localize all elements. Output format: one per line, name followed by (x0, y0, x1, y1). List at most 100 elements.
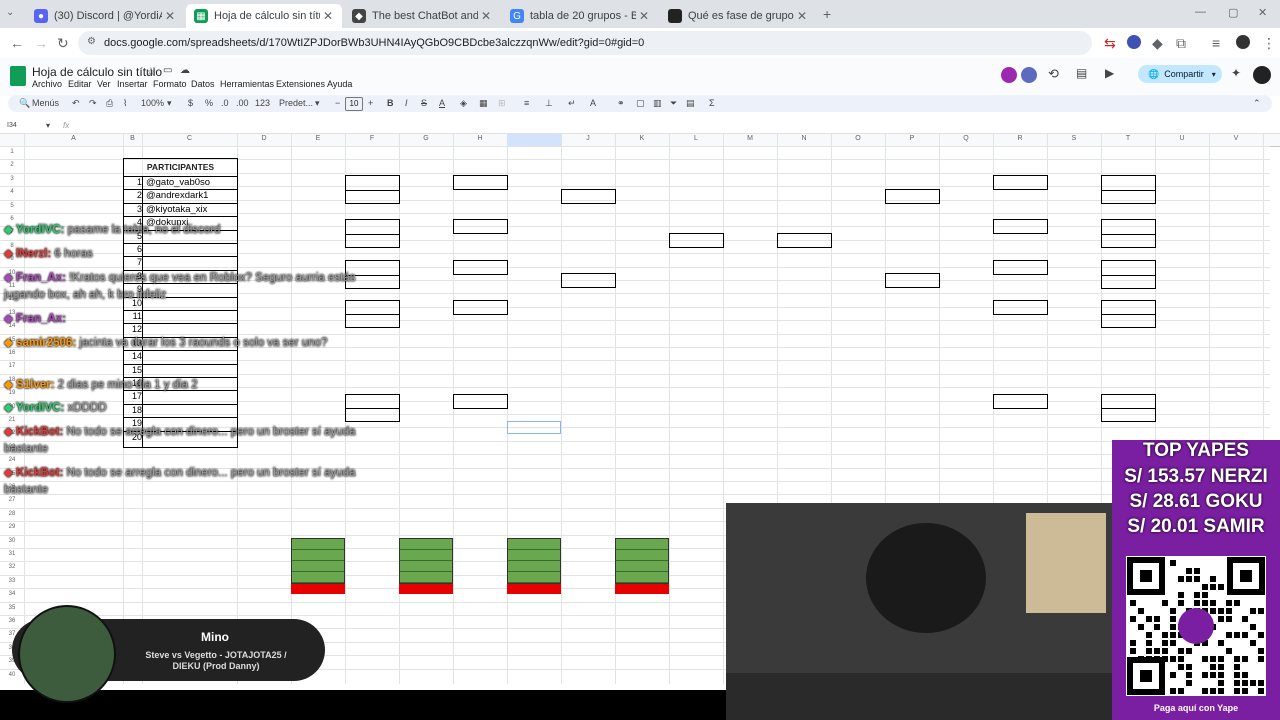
borders-icon[interactable]: ▦ (479, 98, 488, 109)
meet-icon[interactable]: ▶ (1105, 66, 1114, 80)
reload-icon[interactable]: ↻ (57, 35, 69, 52)
address-bar[interactable]: ⚙ docs.google.com/spreadsheets/d/170WtIZ… (78, 31, 1092, 55)
bracket-box[interactable] (885, 189, 940, 204)
move-icon[interactable]: ▭ (163, 65, 172, 76)
row-number[interactable]: 2 (0, 162, 24, 168)
paint-format-icon[interactable]: ⌇ (123, 98, 127, 109)
bracket-box[interactable] (885, 273, 940, 288)
tab-search-icon[interactable]: ⌄ (6, 7, 14, 18)
account-avatar[interactable] (1253, 66, 1271, 84)
row-number[interactable]: 29 (0, 524, 24, 530)
cast-icon[interactable]: ⇆ (1104, 35, 1116, 52)
close-icon[interactable]: ✕ (478, 9, 494, 23)
forward-icon[interactable]: → (34, 35, 48, 51)
bold-icon[interactable]: B (387, 98, 394, 108)
row-number[interactable]: 4 (0, 189, 24, 195)
close-icon[interactable]: ✕ (794, 9, 810, 23)
chart-icon[interactable]: ▥ (653, 98, 662, 109)
extension-diamond-icon[interactable]: ◆ (1152, 35, 1163, 52)
participant-name[interactable]: @gato_vab0so (146, 177, 210, 188)
bracket-box[interactable] (561, 189, 616, 204)
column-header[interactable]: G (399, 135, 453, 142)
font-size-input[interactable]: 10 (345, 97, 363, 111)
bracket-box[interactable] (777, 233, 832, 248)
menu-insertar[interactable]: Insertar (117, 79, 148, 89)
tab-google-search[interactable]: G tabla de 20 grupos - Buscar con ✕ (502, 4, 658, 28)
bracket-box[interactable] (993, 394, 1048, 409)
undo-icon[interactable]: ↶ (72, 98, 80, 109)
row-number[interactable]: 36 (0, 618, 24, 624)
extension-icon[interactable] (1127, 35, 1141, 49)
bracket-box[interactable] (993, 219, 1048, 234)
close-icon[interactable]: ✕ (636, 9, 652, 23)
minimize-icon[interactable]: — (1195, 6, 1206, 18)
chevron-down-icon[interactable]: ▾ (46, 121, 50, 130)
close-icon[interactable]: ✕ (162, 9, 178, 23)
row-number[interactable]: 33 (0, 578, 24, 584)
window-close-icon[interactable]: ✕ (1258, 6, 1267, 19)
collapse-toolbar-icon[interactable]: ⌃ (1253, 98, 1261, 109)
column-header[interactable]: T (1101, 135, 1155, 142)
row-number[interactable]: 3 (0, 176, 24, 182)
column-header[interactable]: A (24, 135, 123, 142)
font-size-plus-icon[interactable]: + (368, 98, 373, 108)
text-rotation-icon[interactable]: A (590, 98, 596, 108)
redo-icon[interactable]: ↷ (89, 98, 97, 109)
row-number[interactable]: 1 (0, 149, 24, 155)
tab-discord[interactable]: ● (30) Discord | @YordiAVC ✕ (26, 4, 184, 28)
decrease-decimal-button[interactable]: .0 (221, 98, 229, 108)
comment-icon[interactable]: ▢ (636, 98, 645, 109)
merge-cells-icon[interactable]: ⊞ (498, 98, 506, 109)
menu-archivo[interactable]: Archivo (32, 79, 62, 89)
column-header[interactable]: V (1209, 135, 1263, 142)
doc-title[interactable]: Hoja de cálculo sin título (32, 65, 162, 79)
column-header[interactable]: L (669, 135, 723, 142)
media-icon[interactable]: ≡ (1212, 35, 1220, 51)
row-number[interactable]: 21 (0, 417, 24, 423)
column-header[interactable]: K (615, 135, 669, 142)
share-button[interactable]: 🌐 Compartir ▾ (1138, 65, 1222, 83)
back-icon[interactable]: ← (10, 35, 24, 51)
extensions-icon[interactable]: ⧉ (1176, 35, 1186, 52)
column-header[interactable]: S (1047, 135, 1101, 142)
new-tab-icon[interactable]: + (823, 6, 831, 22)
currency-button[interactable]: $ (188, 98, 193, 108)
participant-name[interactable]: @kiyotaka_xix (146, 204, 207, 215)
column-header[interactable]: M (723, 135, 777, 142)
column-header[interactable]: O (831, 135, 885, 142)
red-block[interactable] (399, 584, 453, 594)
tab-fase-grupos[interactable]: Qué es fase de grupos ✕ (660, 4, 816, 28)
link-icon[interactable]: ⚭ (617, 98, 625, 109)
green-block[interactable] (615, 538, 669, 584)
menu-herramientas[interactable]: Herramientas (220, 79, 274, 89)
menu-editar[interactable]: Editar (68, 79, 92, 89)
tab-sheets[interactable]: ▦ Hoja de cálculo sin título - Hoja ✕ (186, 4, 342, 28)
collaborator-avatar[interactable] (1021, 67, 1037, 83)
green-block[interactable] (399, 538, 453, 584)
functions-icon[interactable]: Σ (709, 98, 715, 108)
column-header[interactable]: U (1155, 135, 1209, 142)
bracket-box[interactable] (669, 233, 724, 248)
column-header[interactable]: P (885, 135, 939, 142)
text-color-icon[interactable]: A (439, 98, 445, 108)
cloud-status-icon[interactable]: ☁ (180, 65, 190, 76)
italic-icon[interactable]: I (405, 98, 408, 108)
bracket-box[interactable] (453, 219, 508, 234)
green-block[interactable] (291, 538, 345, 584)
row-number[interactable]: 30 (0, 538, 24, 544)
tab-chatbot[interactable]: ◆ The best ChatBot and Widgets ✕ (344, 4, 500, 28)
green-block[interactable] (507, 538, 561, 584)
align-vertical-icon[interactable]: ⊥ (545, 98, 553, 109)
row-number[interactable]: 31 (0, 551, 24, 557)
bracket-box[interactable] (561, 273, 616, 288)
row-number[interactable]: 28 (0, 511, 24, 517)
comments-icon[interactable]: ▤ (1076, 66, 1087, 80)
column-header[interactable]: B (123, 135, 142, 142)
maximize-icon[interactable]: ▢ (1228, 6, 1238, 19)
red-block[interactable] (507, 584, 561, 594)
row-number[interactable]: 35 (0, 605, 24, 611)
text-wrap-icon[interactable]: ↵ (568, 98, 576, 109)
site-info-icon[interactable]: ⚙ (87, 36, 96, 47)
filter-views-icon[interactable]: ▤ (686, 98, 695, 109)
column-header[interactable]: H (453, 135, 507, 142)
